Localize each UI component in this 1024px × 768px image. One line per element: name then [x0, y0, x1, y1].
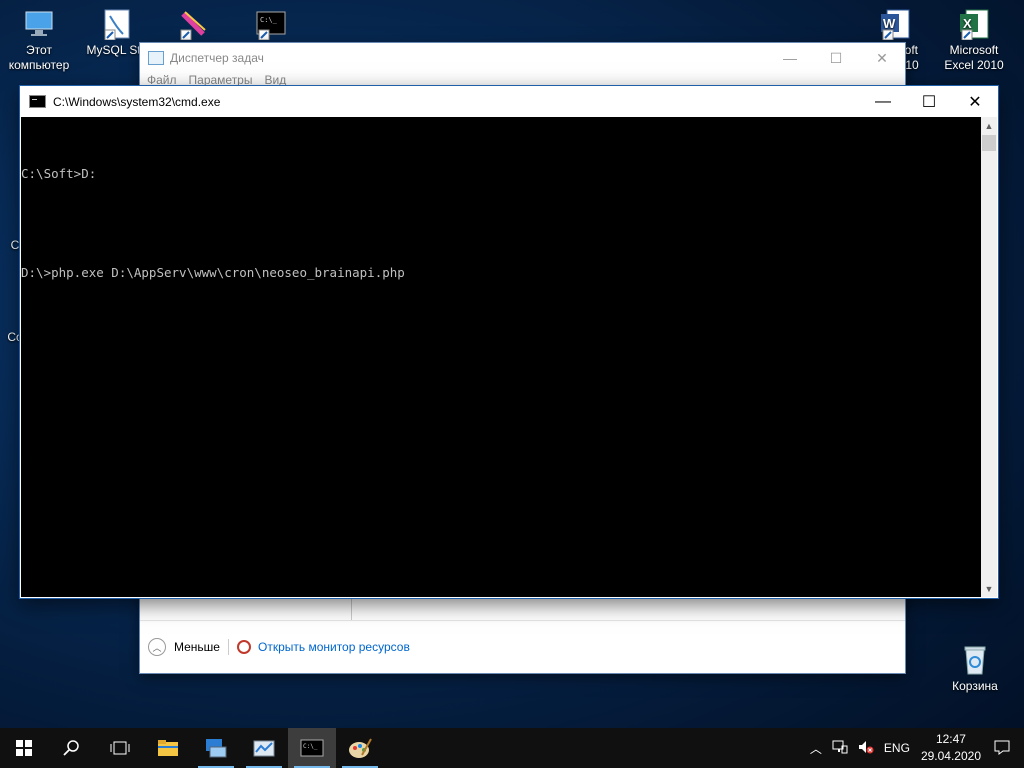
- open-resource-monitor-link[interactable]: Открыть монитор ресурсов: [236, 640, 410, 654]
- maximize-button[interactable]: ☐: [813, 43, 859, 73]
- resource-monitor-label: Открыть монитор ресурсов: [257, 640, 410, 654]
- minimize-button[interactable]: —: [767, 43, 813, 73]
- folder-icon: [158, 740, 178, 756]
- taskbar-cmd[interactable]: C:\_: [288, 728, 336, 768]
- volume-muted-icon[interactable]: [858, 740, 874, 757]
- cmd-icon: C:\_: [300, 739, 324, 757]
- cmd-titlebar[interactable]: C:\Windows\system32\cmd.exe: [20, 86, 998, 117]
- scroll-up-arrow-icon[interactable]: ▲: [981, 117, 997, 134]
- windows-logo-icon: [16, 740, 32, 756]
- taskbar-server-manager[interactable]: [192, 728, 240, 768]
- desktop-icon-cmd[interactable]: C:\_: [234, 8, 308, 43]
- desktop-icon-label: Корзина: [952, 679, 998, 693]
- task-view-icon: [110, 741, 130, 755]
- taskbar: C:\_ ︿ ENG 12:47 29.04.2020: [0, 728, 1024, 768]
- vertical-scrollbar[interactable]: ▲ ▼: [981, 117, 997, 597]
- divider: [227, 639, 229, 655]
- computer-icon: [23, 8, 55, 40]
- desktop-icon-this-pc[interactable]: Этот компьютер: [2, 8, 76, 73]
- word-icon: W: [879, 8, 911, 41]
- task-manager-footer: ︿ Меньше Открыть монитор ресурсов: [140, 620, 905, 673]
- clock-time: 12:47: [935, 732, 966, 746]
- task-manager-icon: [148, 51, 164, 65]
- close-button[interactable]: ✕: [952, 86, 998, 117]
- svg-text:W: W: [883, 16, 896, 31]
- server-manager-icon: [206, 739, 227, 758]
- task-view-button[interactable]: [96, 728, 144, 768]
- desktop-icon-excel[interactable]: X Microsoft Excel 2010: [937, 8, 1011, 73]
- console-line: C:\Soft>D:: [21, 166, 97, 181]
- column-divider: [351, 598, 352, 620]
- taskbar-file-explorer[interactable]: [144, 728, 192, 768]
- svg-text:C:\_: C:\_: [303, 743, 318, 750]
- action-center-button[interactable]: [994, 739, 1010, 758]
- minimize-button[interactable]: —: [860, 86, 906, 117]
- desktop-icon-recycle-bin[interactable]: Корзина: [938, 644, 1012, 694]
- search-button[interactable]: [48, 728, 96, 768]
- show-hidden-icons-chevron-icon[interactable]: ︿: [810, 740, 822, 757]
- fewer-details-label: Меньше: [174, 640, 220, 654]
- resource-monitor-icon: [236, 640, 251, 654]
- scroll-thumb[interactable]: [982, 135, 996, 151]
- system-tray: ︿ ENG 12:47 29.04.2020: [805, 728, 1024, 768]
- desktop-icon-label: Этот компьютер: [8, 43, 70, 72]
- close-button[interactable]: ✕: [859, 43, 905, 73]
- maximize-button[interactable]: ☐: [906, 86, 952, 117]
- clock-date: 29.04.2020: [920, 749, 981, 763]
- console-output[interactable]: C:\Soft>D: D:\>php.exe D:\AppServ\www\cr…: [21, 117, 981, 597]
- fewer-details-button[interactable]: ︿ Меньше: [148, 638, 220, 656]
- start-button[interactable]: [0, 728, 48, 768]
- cmd-icon: [29, 95, 46, 108]
- task-manager-icon: [253, 740, 275, 757]
- search-icon: [63, 740, 79, 756]
- paint-palette-icon: [349, 738, 372, 758]
- taskbar-task-manager[interactable]: [240, 728, 288, 768]
- input-language-indicator[interactable]: ENG: [884, 741, 910, 755]
- mysql-icon: [101, 8, 133, 41]
- network-icon[interactable]: [832, 740, 848, 757]
- svg-text:X: X: [963, 16, 972, 31]
- task-manager-title: Диспетчер задач: [170, 51, 264, 65]
- desktop-icon-label: Microsoft Excel 2010: [944, 43, 1004, 72]
- cmd-window[interactable]: C:\Windows\system32\cmd.exe — ☐ ✕ C:\Sof…: [20, 86, 998, 598]
- notifications-icon: [994, 740, 1010, 755]
- excel-icon: X: [958, 8, 990, 41]
- cmd-shortcut-icon: C:\_: [255, 8, 287, 41]
- scroll-down-arrow-icon[interactable]: ▼: [981, 580, 997, 597]
- taskbar-paint-app[interactable]: [336, 728, 384, 768]
- clock[interactable]: 12:47 29.04.2020: [921, 731, 981, 765]
- console-line: D:\>php.exe D:\AppServ\www\cron\neoseo_b…: [21, 265, 405, 280]
- recycle-bin-icon: [959, 644, 991, 676]
- svg-text:C:\_: C:\_: [260, 16, 278, 24]
- cmd-title: C:\Windows\system32\cmd.exe: [53, 94, 221, 109]
- chevron-up-icon: ︿: [148, 638, 166, 656]
- app-shortcut-icon: [177, 8, 209, 41]
- desktop-icon-app[interactable]: [156, 8, 230, 43]
